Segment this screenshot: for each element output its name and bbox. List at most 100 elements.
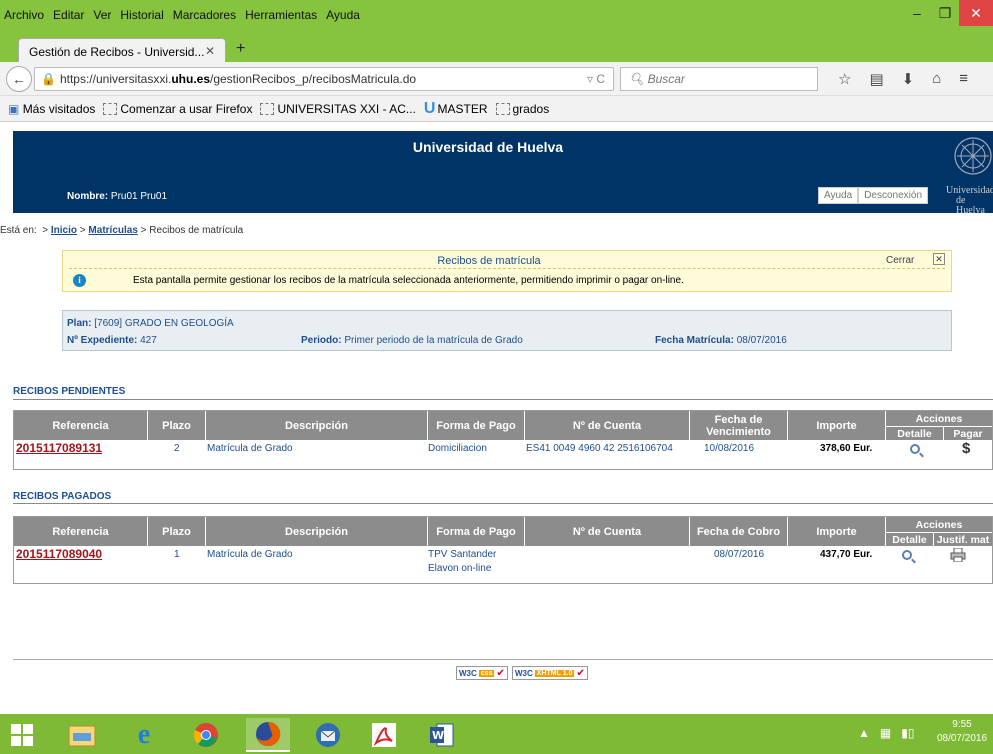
col-descripcion: Descripción (206, 517, 428, 546)
menu-editar[interactable]: Editar (53, 8, 84, 22)
section-title-pendientes: RECIBOS PENDIENTES (13, 386, 126, 397)
bookmark-master[interactable]: U MASTER (424, 100, 488, 118)
battery-icon[interactable]: ▮▯ (901, 726, 914, 740)
w3c-css-badge[interactable]: W3C css ✔ (456, 666, 508, 680)
cuenta-cell: ES41 0049 4960 42 2516106704 (526, 443, 673, 454)
url-bar[interactable]: 🔒 https://universitasxxi.uhu.es/gestionRe… (34, 67, 614, 91)
detail-magnifier-icon[interactable] (910, 444, 920, 454)
file-explorer-icon[interactable] (60, 718, 104, 752)
importe-cell: 378,60 Eur. (820, 443, 873, 454)
table-header: Referencia Plazo Descripción Forma de Pa… (14, 517, 992, 546)
info-title: Recibos de matrícula (437, 255, 541, 267)
close-tab-icon[interactable]: ✕ (205, 44, 215, 58)
bookmark-comenzar[interactable]: Comenzar a usar Firefox (103, 102, 252, 116)
col-cuenta: Nº de Cuenta (525, 517, 690, 546)
info-divider (69, 268, 945, 269)
expediente-value: 427 (140, 335, 157, 346)
browser-tab[interactable]: Gestión de Recibos - Universid... ✕ (18, 38, 226, 64)
help-button[interactable]: Ayuda (818, 187, 859, 204)
u-logo-icon: U (423, 99, 436, 117)
referencia-link[interactable]: 2015117089131 (16, 441, 102, 455)
breadcrumb-matriculas[interactable]: Matrículas (88, 225, 137, 236)
logout-button[interactable]: Desconexión (858, 187, 928, 204)
acrobat-icon[interactable] (362, 718, 406, 752)
internet-explorer-icon[interactable]: e (122, 718, 166, 752)
col-descripcion: Descripción (206, 411, 428, 440)
breadcrumb-inicio[interactable]: Inicio (51, 225, 77, 236)
plan-value: [7609] GRADO EN GEOLOGÍA (94, 318, 234, 329)
taskbar-clock[interactable]: 9:55 08/07/2016 (932, 718, 992, 746)
fecha-cobro-cell: 08/07/2016 (714, 549, 765, 560)
w3c-xhtml-badge[interactable]: W3C XHTML 1.0 ✔ (512, 666, 588, 680)
bookmark-icon: ▣ (8, 101, 20, 116)
word-icon[interactable]: W (420, 718, 464, 752)
search-placeholder: Buscar (647, 72, 685, 86)
university-logo-text: Universidad de Huelva (946, 186, 993, 216)
bookmark-star-icon[interactable]: ☆ (838, 70, 851, 88)
url-path: /gestionRecibos_p/recibosMatricula.do (210, 72, 417, 86)
close-window-icon[interactable]: ✕ (959, 0, 993, 26)
checkmark-icon: ✔ (496, 667, 505, 679)
col-forma-pago: Forma de Pago (428, 517, 525, 546)
minimize-icon[interactable]: – (903, 0, 931, 26)
search-icon: 🔍︎ (629, 72, 645, 86)
folder-icon (260, 103, 275, 116)
menu-ayuda[interactable]: Ayuda (326, 8, 360, 22)
pay-dollar-icon[interactable]: $ (962, 440, 970, 457)
info-panel: Recibos de matrícula Cerrar ✕ i Esta pan… (62, 250, 952, 292)
close-info-icon[interactable]: ✕ (933, 253, 945, 265)
start-windows-icon[interactable] (0, 718, 44, 752)
site-header: Universidad de Huelva Nombre: Pru01 Pru0… (13, 131, 993, 216)
logo-line-1: Universidad (946, 185, 993, 196)
plazo-cell: 1 (174, 549, 180, 560)
browser-menubar: Archivo Editar Ver Historial Marcadores … (0, 0, 993, 32)
menu-herramientas[interactable]: Herramientas (245, 8, 317, 22)
back-arrow-icon[interactable]: ← (6, 66, 32, 92)
bookmark-label: Más visitados (22, 101, 96, 116)
forma-pago-cell: TPV Santander (428, 549, 497, 560)
toolbar-icons: ☆ ▤ ⬇ ⌂ ≡ (838, 70, 968, 88)
col-plazo: Plazo (148, 517, 206, 546)
menu-ver[interactable]: Ver (93, 8, 111, 22)
download-icon[interactable]: ⬇ (902, 70, 915, 88)
menu-icon[interactable]: ≡ (959, 70, 968, 88)
w3c-label: W3C (459, 668, 477, 678)
bookmark-universitas[interactable]: UNIVERSITAS XXI - AC... (260, 102, 416, 116)
thunderbird-icon[interactable] (306, 718, 350, 752)
reload-icon[interactable]: ▿ C (587, 72, 605, 86)
bookmark-mas-visitados[interactable]: ▣ Más visitados (8, 102, 95, 116)
search-input[interactable]: 🔍︎ Buscar (620, 67, 818, 91)
printer-icon[interactable] (950, 548, 966, 562)
descripcion-cell: Matrícula de Grado (207, 443, 293, 454)
col-acciones: Acciones (915, 518, 963, 531)
bookmark-grados[interactable]: grados (495, 102, 549, 116)
referencia-link[interactable]: 2015117089040 (16, 547, 102, 561)
w3c-label: W3C (515, 668, 533, 678)
plan-details: Plan: [7609] GRADO EN GEOLOGÍA Nº Expedi… (62, 310, 952, 351)
new-tab-icon[interactable]: + (236, 40, 245, 58)
menu-marcadores[interactable]: Marcadores (173, 8, 236, 22)
clock-date: 08/07/2016 (936, 733, 988, 744)
detail-magnifier-icon[interactable] (902, 550, 912, 560)
menu-archivo[interactable]: Archivo (4, 8, 44, 22)
col-referencia: Referencia (14, 411, 148, 440)
chrome-icon[interactable] (184, 718, 228, 752)
network-icon[interactable]: ▦ (880, 726, 891, 740)
close-info-label[interactable]: Cerrar (886, 255, 914, 266)
periodo-line: Periodo: Primer periodo de la matrícula … (301, 335, 523, 346)
user-label: Nombre: (67, 191, 109, 202)
menu-historial[interactable]: Historial (120, 8, 163, 22)
info-icon: i (73, 274, 86, 287)
site-title: Universidad de Huelva (412, 139, 564, 155)
reading-list-icon[interactable]: ▤ (869, 70, 883, 88)
user-value: Pru01 Pru01 (110, 191, 168, 202)
firefox-icon[interactable] (246, 718, 290, 752)
fecha-matricula-line: Fecha Matrícula: 08/07/2016 (655, 335, 787, 346)
url-prefix: https://universitasxxi. (59, 72, 172, 86)
maximize-icon[interactable]: ❐ (931, 0, 959, 26)
fecha-matricula-value: 08/07/2016 (736, 335, 787, 346)
plan-label: Plan: (67, 318, 92, 329)
home-icon[interactable]: ⌂ (932, 70, 941, 88)
breadcrumb-separator: > (79, 225, 86, 236)
tray-arrow-icon[interactable]: ▲ (858, 726, 870, 740)
